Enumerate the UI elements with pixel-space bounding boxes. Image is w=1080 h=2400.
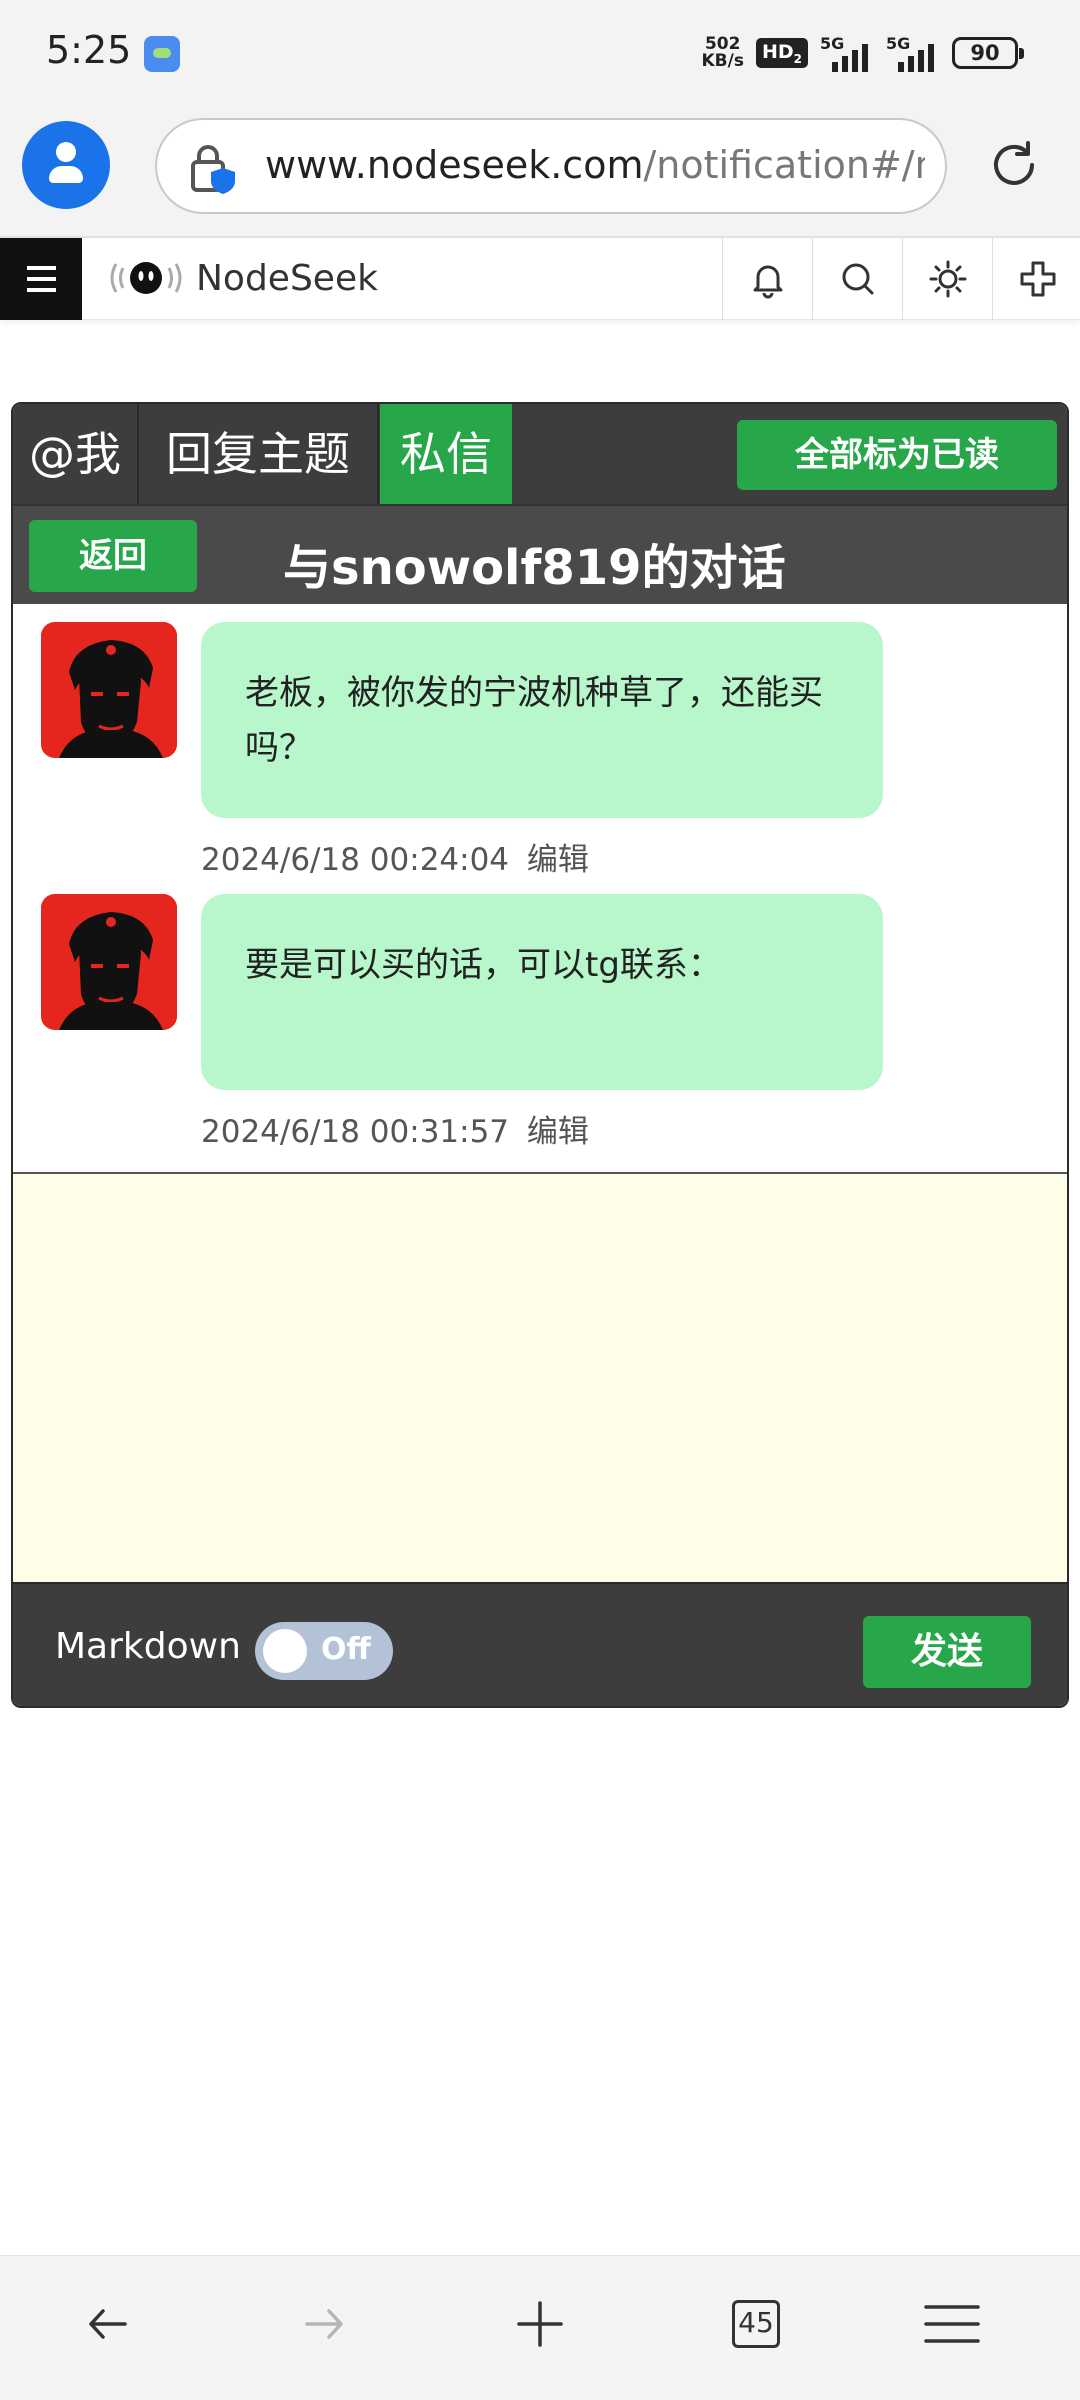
shield-lock-icon[interactable] — [187, 142, 241, 196]
url-host: www.nodeseek.com — [265, 143, 644, 187]
mark-all-read-button[interactable]: 全部标为已读 — [737, 420, 1057, 490]
composer-footer: Markdown Off 发送 — [13, 1582, 1067, 1706]
avatar[interactable] — [41, 622, 177, 758]
message-bubble: 要是可以买的话，可以tg联系： — [201, 894, 883, 1090]
status-time: 5:25 — [46, 28, 132, 72]
toggle-state: Off — [321, 1632, 371, 1667]
tab-at-me[interactable]: @我 — [13, 404, 139, 504]
notification-panel: @我 回复主题 私信 全部标为已读 返回 与snowolf819的对话 老板，被… — [11, 402, 1069, 1708]
url-path: /notification#/m — [643, 143, 925, 187]
network-speed-unit: KB/s — [701, 51, 744, 71]
battery-level: 90 — [970, 41, 1000, 65]
app-notification-icon — [144, 36, 180, 72]
status-bar: 5:25 502 KB/s HD2 5G 5G 90 — [0, 0, 1080, 104]
signal-icon: 5G — [886, 34, 940, 72]
avatar[interactable] — [41, 894, 177, 1030]
network-speed: 502 KB/s — [701, 36, 743, 70]
nodeseek-logo-icon — [110, 262, 182, 294]
markdown-toggle[interactable]: Off — [255, 1622, 393, 1680]
battery-icon: 90 — [952, 37, 1024, 69]
signal-icon: 5G — [820, 34, 874, 72]
message-timestamp: 2024/6/18 00:24:04 — [201, 842, 510, 878]
hd-sub: 2 — [793, 51, 802, 66]
browser-toolbar: www.nodeseek.com/notification#/m — [0, 104, 1080, 238]
message-timestamp: 2024/6/18 00:31:57 — [201, 1114, 510, 1150]
new-tab-icon[interactable] — [490, 2284, 590, 2364]
hd-label: HD — [761, 40, 794, 63]
conversation-header: 返回 与snowolf819的对话 — [13, 504, 1067, 604]
message-input[interactable] — [13, 1174, 1067, 1582]
theme-sun-icon[interactable] — [902, 238, 992, 320]
message-meta: 2024/6/18 00:24:04 编辑 — [201, 834, 589, 879]
hamburger-menu-icon[interactable] — [0, 238, 82, 320]
conversation-title: 与snowolf819的对话 — [283, 540, 786, 596]
site-header: NodeSeek — [0, 238, 1080, 320]
tab-count: 45 — [732, 2300, 780, 2348]
send-button[interactable]: 发送 — [863, 1616, 1031, 1688]
back-button[interactable]: 返回 — [29, 520, 197, 592]
brand-name: NodeSeek — [196, 257, 378, 299]
browser-bottom-nav: 45 — [0, 2255, 1080, 2400]
forward-arrow-icon[interactable] — [274, 2284, 374, 2364]
tab-reply-topic[interactable]: 回复主题 — [139, 404, 379, 504]
back-arrow-icon[interactable] — [58, 2284, 158, 2364]
toggle-knob — [263, 1629, 307, 1673]
markdown-label: Markdown — [55, 1626, 241, 1667]
url-text[interactable]: www.nodeseek.com/notification#/m — [265, 143, 925, 187]
notification-tabs: @我 回复主题 私信 全部标为已读 — [13, 404, 1067, 504]
account-icon[interactable] — [22, 121, 110, 209]
menu-icon[interactable] — [902, 2284, 1002, 2364]
message-list: 老板，被你发的宁波机种草了，还能买吗？ 2024/6/18 00:24:04 编… — [13, 604, 1067, 1174]
message-bubble: 老板，被你发的宁波机种草了，还能买吗？ — [201, 622, 883, 818]
tabs-icon[interactable]: 45 — [706, 2284, 806, 2364]
hd-badge: HD2 — [755, 37, 808, 69]
reload-icon[interactable] — [984, 135, 1044, 195]
edit-link[interactable]: 编辑 — [527, 842, 589, 878]
site-brand[interactable]: NodeSeek — [108, 254, 378, 302]
edit-link[interactable]: 编辑 — [527, 1114, 589, 1150]
address-bar[interactable]: www.nodeseek.com/notification#/m — [155, 118, 947, 214]
message-meta: 2024/6/18 00:31:57 编辑 — [201, 1106, 589, 1151]
status-indicators: 502 KB/s HD2 5G 5G 90 — [701, 34, 1024, 72]
add-icon[interactable] — [992, 238, 1080, 320]
bell-icon[interactable] — [722, 238, 812, 320]
tab-private-message[interactable]: 私信 — [380, 404, 512, 504]
search-icon[interactable] — [812, 238, 902, 320]
